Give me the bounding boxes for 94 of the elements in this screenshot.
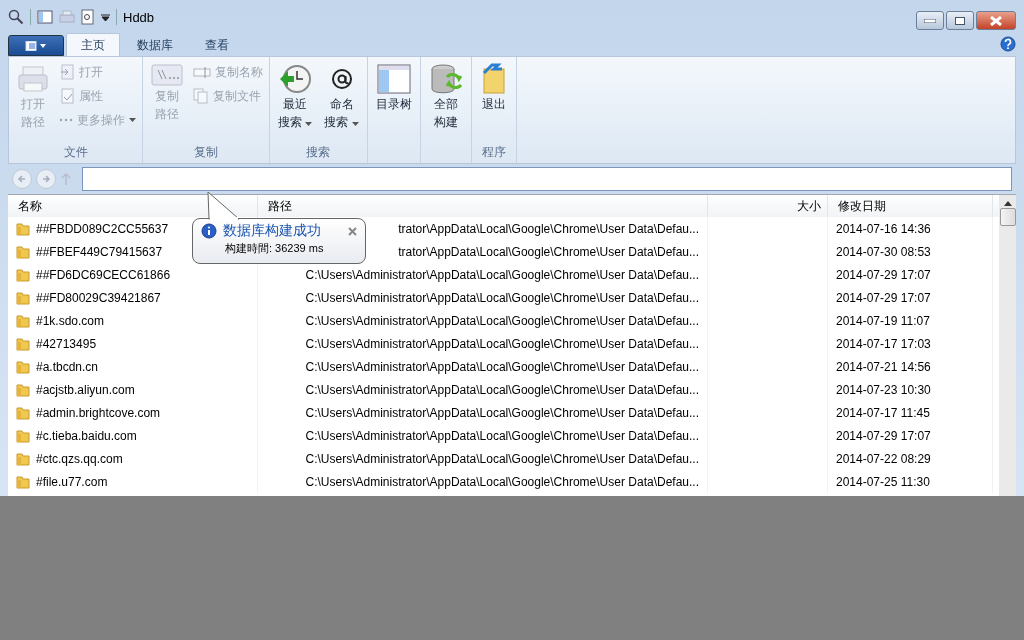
path-cell: C:\Users\Administrator\AppData\Local\Google\Chrome\User Data\Defau... (258, 378, 708, 401)
search-icon[interactable] (8, 9, 24, 25)
file-name: ##FBDD089C2CC55637 (36, 221, 169, 236)
path-cell: C:\Users\Administrator\AppData\Local\Google\Chrome\User Data\Defau... (258, 355, 708, 378)
minimize-icon (924, 18, 936, 23)
close-icon (990, 15, 1002, 26)
folder-icon (16, 221, 30, 236)
path-cell: C:\Users\Administrator\AppData\Local\Google\Chrome\User Data\Defau... (258, 286, 708, 309)
database-sync-icon (428, 63, 463, 95)
ribbon-button[interactable]: 最近 搜索 (274, 61, 317, 143)
copy-documents-icon (193, 88, 209, 104)
folder-icon (16, 336, 30, 351)
printer-icon (17, 63, 49, 95)
file-name: #1k.sdo.com (36, 313, 105, 328)
menu-icon (25, 40, 47, 51)
column-header[interactable]: 大小 (708, 195, 828, 217)
minimize-button[interactable] (916, 11, 944, 30)
file-name: #acjstb.aliyun.com (36, 382, 135, 397)
ribbon-tab[interactable]: 主页 (66, 33, 120, 56)
file-name: #ctc.qzs.qq.com (36, 451, 123, 466)
ribbon-button[interactable]: 退出 (475, 61, 512, 143)
maximize-button[interactable] (946, 11, 974, 30)
group-label: 文件 (62, 144, 89, 161)
info-icon (201, 223, 217, 239)
close-button[interactable] (348, 226, 357, 236)
file-name: ##FD80029C39421867 (36, 290, 161, 305)
folder-icon (16, 451, 30, 466)
path-cell: C:\Users\Administrator\AppData\Local\Google\Chrome\User Data\Defau... (258, 424, 708, 447)
date-cell: 2014-07-30 08:53 (828, 240, 993, 263)
caret-icon (129, 118, 136, 122)
folder-icon (16, 359, 30, 374)
file-name: #file.u77.com (36, 474, 108, 489)
file-name: ##FBEF449C79415637 (36, 244, 163, 259)
clock-arrow-icon (278, 63, 313, 95)
column-header[interactable]: 路径 (258, 195, 708, 217)
ribbon-tab[interactable]: 数据库 (122, 33, 188, 56)
date-cell: 2014-07-17 11:45 (828, 401, 993, 424)
ribbon-button[interactable]: 目录树 (371, 61, 416, 143)
path-cell: C:\Users\Administrator\AppData\Local\Google\Chrome\User Data\Defau... (258, 332, 708, 355)
folder-icon (16, 405, 30, 420)
rename-field-icon (193, 65, 211, 79)
help-icon[interactable] (1000, 36, 1016, 52)
ribbon-tab[interactable]: 查看 (190, 33, 244, 56)
maximize-icon (955, 16, 965, 25)
caret-icon (351, 122, 359, 126)
forward-arrow-icon (41, 174, 51, 184)
folder-icon (16, 267, 30, 282)
date-cell: 2014-07-29 17:07 (828, 263, 993, 286)
folder-icon (16, 382, 30, 397)
window-title: Hddb (123, 9, 155, 25)
file-name: ##FD6DC69CECC61866 (36, 267, 171, 282)
backslash-path-icon (151, 63, 183, 87)
column-header[interactable]: 修改日期 (828, 195, 993, 217)
dropdown-icon[interactable] (101, 13, 110, 21)
close-button[interactable] (976, 11, 1016, 30)
ribbon-button[interactable]: 命名 搜索 (320, 61, 363, 143)
date-cell: 2014-07-19 11:07 (828, 309, 993, 332)
folder-icon (16, 428, 30, 443)
file-name: #a.tbcdn.cn (36, 359, 99, 374)
date-cell: 2014-07-23 10:30 (828, 378, 993, 401)
scrollbar[interactable] (999, 195, 1016, 496)
back-arrow-icon (17, 174, 27, 184)
date-cell: 2014-07-29 17:07 (828, 424, 993, 447)
path-cell: C:\Users\Administrator\AppData\Local\Google\Chrome\User Data\Defau... (258, 401, 708, 424)
path-cell: C:\Users\Administrator\AppData\Local\Google\Chrome\User Data\Defau... (258, 447, 708, 470)
close-icon (348, 226, 357, 236)
path-cell: C:\Users\Administrator\AppData\Local\Google\Chrome\User Data\Defau... (258, 470, 708, 493)
caret-icon (305, 122, 313, 126)
group-label: 搜索 (305, 144, 332, 161)
file-name: #c.tieba.baidu.com (36, 428, 137, 443)
date-cell: 2014-07-16 14:36 (828, 217, 993, 240)
panes-window-icon (376, 63, 411, 95)
document-check-icon (59, 88, 75, 104)
scroll-up-icon[interactable] (1003, 201, 1012, 206)
panes-window-icon[interactable] (37, 9, 53, 25)
document-search-icon[interactable] (81, 9, 95, 25)
ellipsis-icon (59, 117, 73, 123)
folder-icon (16, 290, 30, 305)
app-menu-button[interactable] (8, 35, 64, 56)
folder-icon (16, 313, 30, 328)
date-cell: 2014-07-29 17:07 (828, 286, 993, 309)
file-name: #42713495 (36, 336, 97, 351)
date-cell: 2014-07-25 11:30 (828, 470, 993, 493)
path-cell: C:\Users\Administrator\AppData\Local\Google\Chrome\User Data\Defau... (258, 309, 708, 332)
date-cell: 2014-07-22 08:29 (828, 447, 993, 470)
folder-icon (16, 244, 30, 259)
date-cell: 2014-07-21 14:56 (828, 355, 993, 378)
ribbon-button[interactable]: 全部 构建 (424, 61, 467, 143)
scroll-thumb[interactable] (999, 208, 1016, 226)
group-label: 复制 (193, 144, 219, 161)
date-cell: 2014-07-17 17:03 (828, 332, 993, 355)
file-name: #admin.brightcove.com (36, 405, 161, 420)
group-label: 程序 (480, 144, 507, 161)
folder-icon (16, 474, 30, 489)
